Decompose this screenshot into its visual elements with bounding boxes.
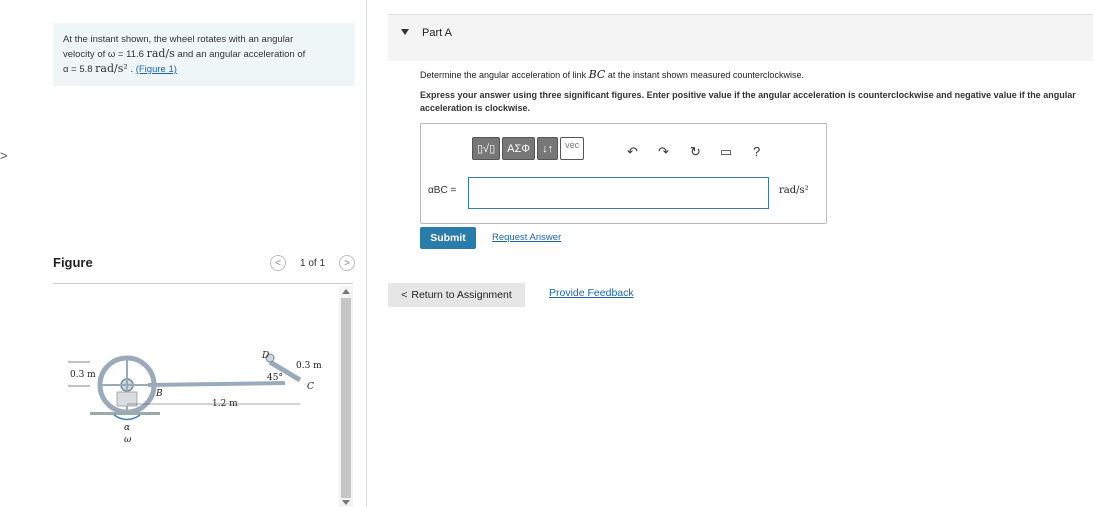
provide-feedback-link[interactable]: Provide Feedback [549, 287, 634, 299]
answer-input[interactable] [468, 177, 769, 209]
problem-line-2: velocity of ω = 11.6 rad/s and an angula… [63, 47, 306, 60]
redo-icon[interactable]: ↷ [658, 144, 669, 160]
scroll-up-icon[interactable] [342, 289, 350, 294]
omega-symbol: ω [124, 435, 132, 445]
question-text: Determine the angular acceleration of li… [420, 68, 804, 81]
bottom-dim-label: 1.2 m [212, 399, 238, 409]
expand-panel-icon[interactable]: > [0, 148, 8, 163]
chevron-left-icon: < [401, 289, 408, 301]
chevron-right-icon: > [344, 257, 350, 269]
chevron-left-icon: < [275, 257, 281, 269]
arrows-button[interactable]: ↓↑ [537, 137, 559, 160]
page-indicator: 1 of 1 [300, 257, 326, 269]
alpha-symbol: α [124, 423, 130, 433]
reset-icon[interactable]: ↻ [690, 144, 701, 160]
submit-button[interactable]: Submit [420, 227, 476, 249]
math-toolbar: ▯√▯ ΑΣΦ ↓↑ vec [472, 137, 585, 160]
alpha-arrow [113, 414, 141, 421]
point-c-label: C [307, 382, 314, 392]
part-header[interactable] [388, 14, 1093, 61]
return-label: Return to Assignment [411, 289, 512, 301]
figure-divider [53, 283, 353, 284]
alpha-unit: rad/s² [95, 62, 128, 75]
figure-link[interactable]: (Figure 1) [136, 64, 177, 75]
next-figure-button[interactable]: > [339, 255, 356, 271]
request-answer-link[interactable]: Request Answer [492, 232, 561, 243]
left-dim-label: 0.3 m [70, 370, 96, 380]
mechanism-diagram: 0.3 m D C B 45° 0.3 m 1.2 m α ω [68, 351, 322, 445]
figure-title: Figure [53, 255, 93, 270]
undo-icon[interactable]: ↶ [627, 144, 638, 160]
figure-scrollbar[interactable] [339, 286, 353, 507]
angle-label: 45° [267, 373, 283, 383]
scroll-down-icon[interactable] [342, 500, 350, 505]
link-length-label: 0.3 m [296, 361, 322, 371]
problem-line-3: α = 5.8 rad/s² . (Figure 1) [63, 62, 177, 75]
scrollbar-thumb[interactable] [341, 298, 351, 498]
ground [90, 412, 160, 415]
vector-button[interactable]: vec [560, 137, 585, 160]
point-d-label: D [261, 351, 269, 361]
panel-divider [366, 0, 367, 507]
keyboard-icon[interactable]: ▭ [720, 144, 732, 160]
figure-pager: < 1 of 1 > [270, 255, 356, 271]
problem-line-1: At the instant shown, the wheel rotates … [63, 34, 294, 45]
point-b-label: B [155, 389, 163, 399]
collapse-caret-icon[interactable] [401, 29, 409, 35]
help-icon[interactable]: ? [753, 144, 760, 159]
link-ab [147, 381, 286, 387]
part-title: Part A [422, 27, 452, 39]
answer-label: αBC = [428, 185, 457, 196]
instructions-text: Express your answer using three signific… [420, 90, 1076, 113]
omega-unit: rad/s [146, 47, 175, 60]
answer-unit: rad/s² [779, 185, 809, 196]
return-to-assignment-button[interactable]: < Return to Assignment [388, 283, 525, 307]
greek-symbols-button[interactable]: ΑΣΦ [502, 137, 536, 160]
templates-button[interactable]: ▯√▯ [472, 137, 501, 160]
problem-statement: At the instant shown, the wheel rotates … [53, 23, 355, 86]
previous-figure-button[interactable]: < [270, 255, 286, 271]
link-variable: BC [588, 68, 606, 81]
